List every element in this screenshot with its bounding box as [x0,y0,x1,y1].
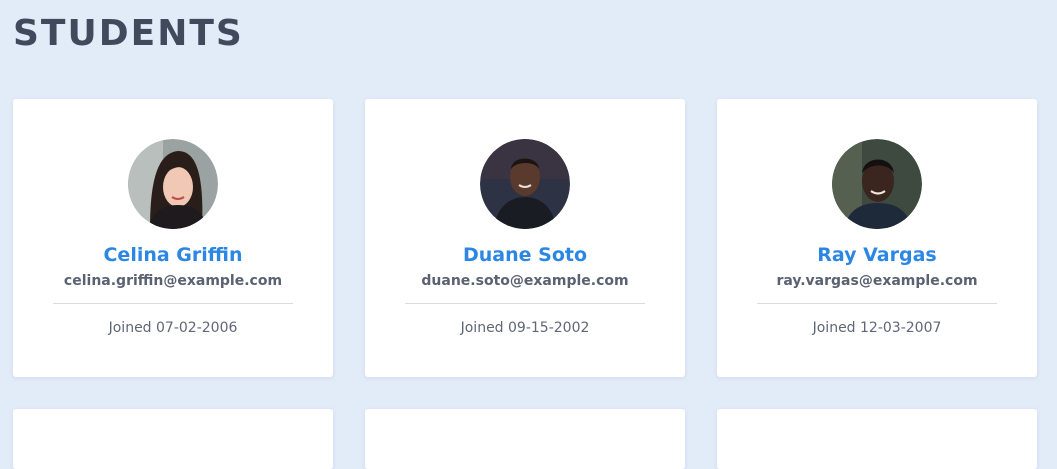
student-card[interactable] [365,409,685,469]
student-email: celina.griffin@example.com [63,273,283,289]
divider [53,303,293,304]
divider [757,303,997,304]
student-card[interactable] [13,409,333,469]
student-name[interactable]: Celina Griffin [103,243,242,267]
student-name[interactable]: Ray Vargas [817,243,936,267]
student-grid: Celina Griffin celina.griffin@example.co… [13,99,1037,469]
avatar [832,139,922,229]
student-card[interactable] [717,409,1037,469]
joined-date: Joined 07-02-2006 [108,320,238,336]
divider [405,303,645,304]
joined-date: Joined 09-15-2002 [460,320,590,336]
student-name[interactable]: Duane Soto [463,243,587,267]
student-email: ray.vargas@example.com [776,273,978,289]
student-card[interactable]: Duane Soto duane.soto@example.com Joined… [365,99,685,377]
avatar [128,139,218,229]
student-card[interactable]: Celina Griffin celina.griffin@example.co… [13,99,333,377]
avatar [480,139,570,229]
student-card[interactable]: Ray Vargas ray.vargas@example.com Joined… [717,99,1037,377]
student-email: duane.soto@example.com [421,273,629,289]
joined-date: Joined 12-03-2007 [812,320,942,336]
page-title: STUDENTS [13,13,244,54]
